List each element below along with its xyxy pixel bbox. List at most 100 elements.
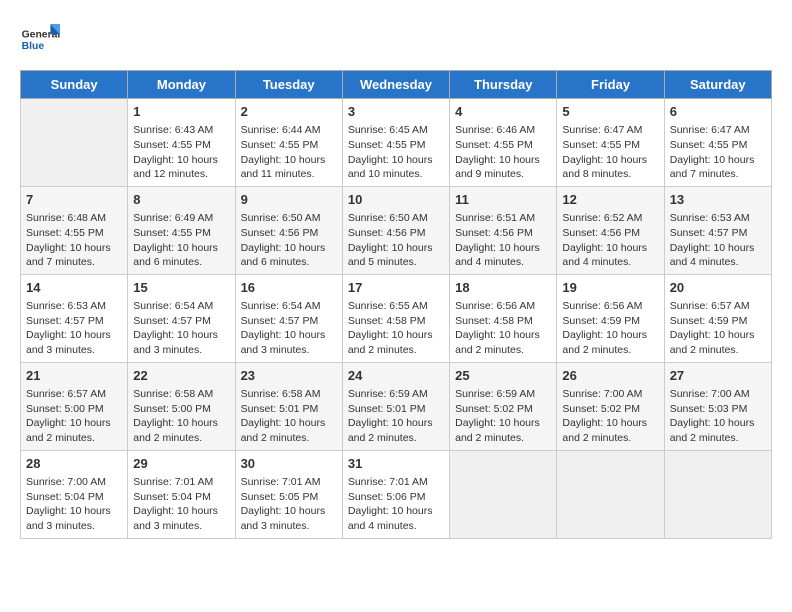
calendar-week-row: 28Sunrise: 7:00 AM Sunset: 5:04 PM Dayli… bbox=[21, 450, 772, 538]
day-number: 8 bbox=[133, 191, 229, 209]
calendar-cell: 1 Sunrise: 6:43 AM Sunset: 4:55 PM Daylig… bbox=[128, 99, 235, 187]
day-info: Sunrise: 6:47 AM Sunset: 4:55 PM Dayligh… bbox=[562, 123, 658, 182]
day-info: Sunrise: 6:54 AM Sunset: 4:57 PM Dayligh… bbox=[241, 299, 337, 358]
day-info: Sunrise: 6:56 AM Sunset: 4:59 PM Dayligh… bbox=[562, 299, 658, 358]
day-info: Sunrise: 6:48 AM Sunset: 4:55 PM Dayligh… bbox=[26, 211, 122, 270]
calendar-cell bbox=[21, 99, 128, 187]
calendar-cell: 25Sunrise: 6:59 AM Sunset: 5:02 PM Dayli… bbox=[450, 362, 557, 450]
calendar-week-row: 14 Sunrise: 6:53 AM Sunset: 4:57 PM Dayli… bbox=[21, 274, 772, 362]
day-info: Sunrise: 6:47 AM Sunset: 4:55 PM Dayligh… bbox=[670, 123, 766, 182]
col-thursday: Thursday bbox=[450, 71, 557, 99]
day-info: Sunrise: 7:01 AM Sunset: 5:06 PM Dayligh… bbox=[348, 475, 444, 534]
calendar-header-row: Sunday Monday Tuesday Wednesday Thursday… bbox=[21, 71, 772, 99]
svg-text:Blue: Blue bbox=[22, 41, 45, 52]
day-info: Sunrise: 6:53 AM Sunset: 4:57 PM Dayligh… bbox=[26, 299, 122, 358]
col-sunday: Sunday bbox=[21, 71, 128, 99]
day-info: Sunrise: 6:49 AM Sunset: 4:55 PM Dayligh… bbox=[133, 211, 229, 270]
calendar-cell bbox=[557, 450, 664, 538]
day-number: 15 bbox=[133, 279, 229, 297]
calendar-cell: 15 Sunrise: 6:54 AM Sunset: 4:57 PM Dayli… bbox=[128, 274, 235, 362]
calendar-cell: 19 Sunrise: 6:56 AM Sunset: 4:59 PM Dayli… bbox=[557, 274, 664, 362]
calendar-cell: 22 Sunrise: 6:58 AM Sunset: 5:00 PM Dayli… bbox=[128, 362, 235, 450]
day-number: 23 bbox=[241, 367, 337, 385]
day-info: Sunrise: 7:01 AM Sunset: 5:05 PM Dayligh… bbox=[241, 475, 337, 534]
calendar-cell bbox=[450, 450, 557, 538]
day-info: Sunrise: 6:46 AM Sunset: 4:55 PM Dayligh… bbox=[455, 123, 551, 182]
calendar-cell: 27 Sunrise: 7:00 AM Sunset: 5:03 PM Dayli… bbox=[664, 362, 771, 450]
day-number: 22 bbox=[133, 367, 229, 385]
day-number: 26 bbox=[562, 367, 658, 385]
day-number: 10 bbox=[348, 191, 444, 209]
day-info: Sunrise: 7:01 AM Sunset: 5:04 PM Dayligh… bbox=[133, 475, 229, 534]
day-info: Sunrise: 6:53 AM Sunset: 4:57 PM Dayligh… bbox=[670, 211, 766, 270]
day-number: 3 bbox=[348, 103, 444, 121]
calendar-cell: 8 Sunrise: 6:49 AM Sunset: 4:55 PM Daylig… bbox=[128, 186, 235, 274]
calendar-cell: 16Sunrise: 6:54 AM Sunset: 4:57 PM Dayli… bbox=[235, 274, 342, 362]
day-info: Sunrise: 7:00 AM Sunset: 5:04 PM Dayligh… bbox=[26, 475, 122, 534]
day-info: Sunrise: 6:52 AM Sunset: 4:56 PM Dayligh… bbox=[562, 211, 658, 270]
day-info: Sunrise: 6:57 AM Sunset: 5:00 PM Dayligh… bbox=[26, 387, 122, 446]
calendar-cell: 26 Sunrise: 7:00 AM Sunset: 5:02 PM Dayli… bbox=[557, 362, 664, 450]
calendar-cell: 10Sunrise: 6:50 AM Sunset: 4:56 PM Dayli… bbox=[342, 186, 449, 274]
day-info: Sunrise: 6:44 AM Sunset: 4:55 PM Dayligh… bbox=[241, 123, 337, 182]
calendar-table: Sunday Monday Tuesday Wednesday Thursday… bbox=[20, 70, 772, 539]
calendar-cell: 30 Sunrise: 7:01 AM Sunset: 5:05 PM Dayli… bbox=[235, 450, 342, 538]
day-info: Sunrise: 6:58 AM Sunset: 5:00 PM Dayligh… bbox=[133, 387, 229, 446]
day-number: 25 bbox=[455, 367, 551, 385]
day-info: Sunrise: 6:43 AM Sunset: 4:55 PM Dayligh… bbox=[133, 123, 229, 182]
day-number: 14 bbox=[26, 279, 122, 297]
col-tuesday: Tuesday bbox=[235, 71, 342, 99]
calendar-cell: 9Sunrise: 6:50 AM Sunset: 4:56 PM Daylig… bbox=[235, 186, 342, 274]
day-number: 24 bbox=[348, 367, 444, 385]
day-number: 2 bbox=[241, 103, 337, 121]
day-info: Sunrise: 6:45 AM Sunset: 4:55 PM Dayligh… bbox=[348, 123, 444, 182]
calendar-cell: 2 Sunrise: 6:44 AM Sunset: 4:55 PM Daylig… bbox=[235, 99, 342, 187]
col-monday: Monday bbox=[128, 71, 235, 99]
day-number: 12 bbox=[562, 191, 658, 209]
calendar-cell: 31Sunrise: 7:01 AM Sunset: 5:06 PM Dayli… bbox=[342, 450, 449, 538]
day-info: Sunrise: 6:57 AM Sunset: 4:59 PM Dayligh… bbox=[670, 299, 766, 358]
day-number: 1 bbox=[133, 103, 229, 121]
day-number: 19 bbox=[562, 279, 658, 297]
day-info: Sunrise: 6:55 AM Sunset: 4:58 PM Dayligh… bbox=[348, 299, 444, 358]
calendar-cell: 13 Sunrise: 6:53 AM Sunset: 4:57 PM Dayli… bbox=[664, 186, 771, 274]
day-number: 20 bbox=[670, 279, 766, 297]
day-number: 30 bbox=[241, 455, 337, 473]
calendar-cell bbox=[664, 450, 771, 538]
day-info: Sunrise: 7:00 AM Sunset: 5:03 PM Dayligh… bbox=[670, 387, 766, 446]
col-wednesday: Wednesday bbox=[342, 71, 449, 99]
logo: General Blue bbox=[20, 20, 65, 60]
calendar-cell: 24Sunrise: 6:59 AM Sunset: 5:01 PM Dayli… bbox=[342, 362, 449, 450]
day-number: 9 bbox=[241, 191, 337, 209]
calendar-cell: 28Sunrise: 7:00 AM Sunset: 5:04 PM Dayli… bbox=[21, 450, 128, 538]
day-info: Sunrise: 6:56 AM Sunset: 4:58 PM Dayligh… bbox=[455, 299, 551, 358]
calendar-cell: 14 Sunrise: 6:53 AM Sunset: 4:57 PM Dayli… bbox=[21, 274, 128, 362]
day-number: 18 bbox=[455, 279, 551, 297]
calendar-cell: 20 Sunrise: 6:57 AM Sunset: 4:59 PM Dayli… bbox=[664, 274, 771, 362]
day-number: 29 bbox=[133, 455, 229, 473]
day-info: Sunrise: 6:51 AM Sunset: 4:56 PM Dayligh… bbox=[455, 211, 551, 270]
calendar-cell: 12 Sunrise: 6:52 AM Sunset: 4:56 PM Dayli… bbox=[557, 186, 664, 274]
calendar-week-row: 7Sunrise: 6:48 AM Sunset: 4:55 PM Daylig… bbox=[21, 186, 772, 274]
calendar-cell: 29 Sunrise: 7:01 AM Sunset: 5:04 PM Dayli… bbox=[128, 450, 235, 538]
day-info: Sunrise: 7:00 AM Sunset: 5:02 PM Dayligh… bbox=[562, 387, 658, 446]
col-friday: Friday bbox=[557, 71, 664, 99]
calendar-cell: 7Sunrise: 6:48 AM Sunset: 4:55 PM Daylig… bbox=[21, 186, 128, 274]
page-header: General Blue bbox=[20, 20, 772, 60]
calendar-week-row: 1 Sunrise: 6:43 AM Sunset: 4:55 PM Daylig… bbox=[21, 99, 772, 187]
calendar-cell: 4Sunrise: 6:46 AM Sunset: 4:55 PM Daylig… bbox=[450, 99, 557, 187]
calendar-cell: 23Sunrise: 6:58 AM Sunset: 5:01 PM Dayli… bbox=[235, 362, 342, 450]
day-number: 11 bbox=[455, 191, 551, 209]
day-number: 13 bbox=[670, 191, 766, 209]
calendar-cell: 17Sunrise: 6:55 AM Sunset: 4:58 PM Dayli… bbox=[342, 274, 449, 362]
day-number: 6 bbox=[670, 103, 766, 121]
calendar-cell: 5 Sunrise: 6:47 AM Sunset: 4:55 PM Daylig… bbox=[557, 99, 664, 187]
calendar-cell: 3 Sunrise: 6:45 AM Sunset: 4:55 PM Daylig… bbox=[342, 99, 449, 187]
calendar-body: 1 Sunrise: 6:43 AM Sunset: 4:55 PM Daylig… bbox=[21, 99, 772, 539]
day-info: Sunrise: 6:54 AM Sunset: 4:57 PM Dayligh… bbox=[133, 299, 229, 358]
calendar-cell: 18 Sunrise: 6:56 AM Sunset: 4:58 PM Dayli… bbox=[450, 274, 557, 362]
day-number: 5 bbox=[562, 103, 658, 121]
col-saturday: Saturday bbox=[664, 71, 771, 99]
day-number: 27 bbox=[670, 367, 766, 385]
calendar-cell: 11 Sunrise: 6:51 AM Sunset: 4:56 PM Dayli… bbox=[450, 186, 557, 274]
